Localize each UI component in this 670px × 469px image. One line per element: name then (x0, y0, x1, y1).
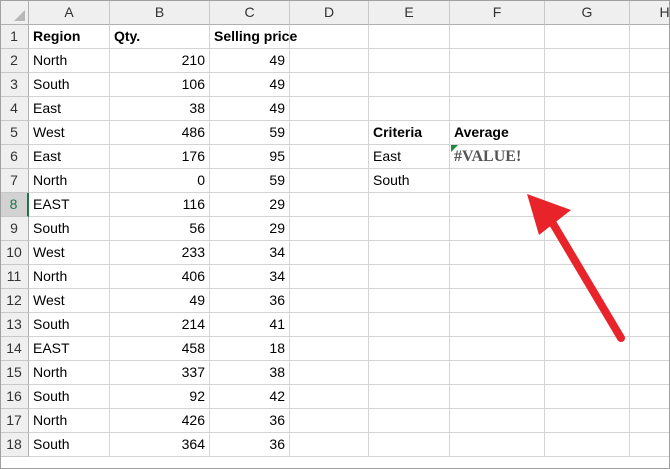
red-arrow-icon (527, 194, 625, 342)
spreadsheet-grid: ABCDEFGH 1 2 3 4 5 6 7 8 9 10 11 12 13 14 15 16 17 18 Reg… (0, 0, 670, 469)
